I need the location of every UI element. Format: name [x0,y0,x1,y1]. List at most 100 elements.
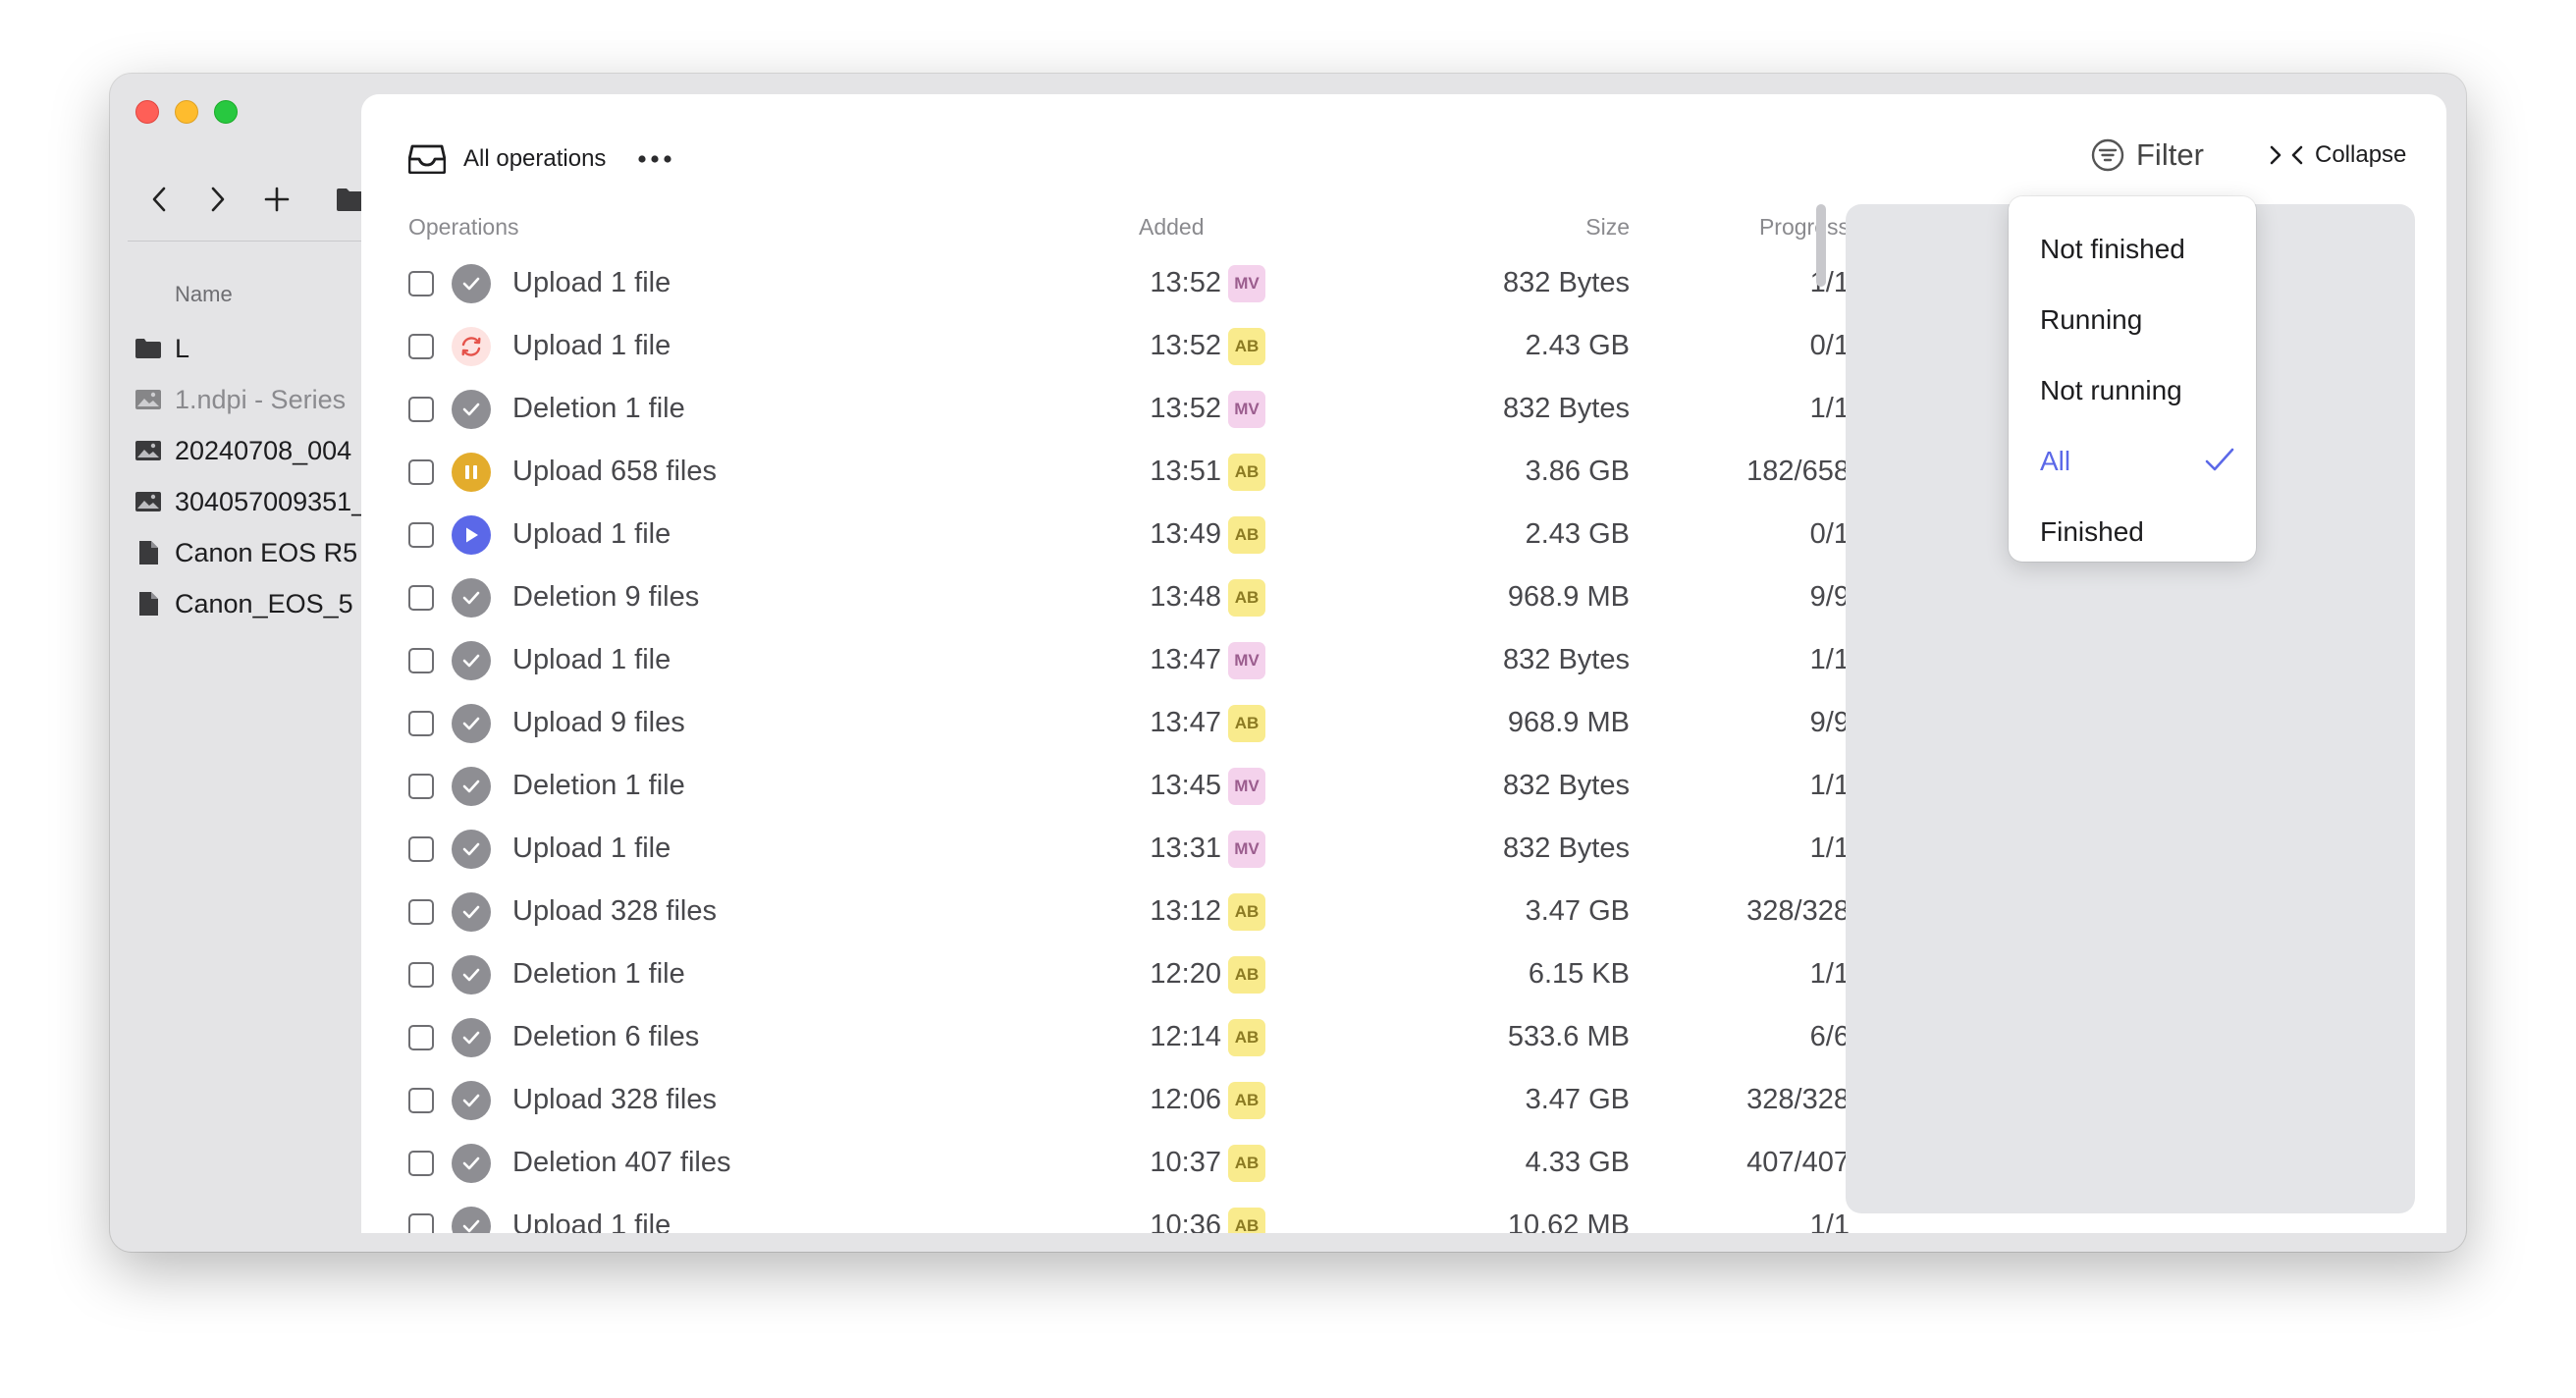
added-time: 13:51 [1150,456,1221,487]
operation-progress: 0/1 [1809,518,1850,550]
operation-progress: 328/328 [1746,895,1850,927]
sidebar-file-item[interactable]: Canon_EOS_5 [134,578,366,629]
operation-size: 968.9 MB [1507,707,1630,738]
checkmark-icon [462,842,480,856]
status-done-badge [452,264,491,303]
operation-name: Deletion 1 file [512,393,685,424]
added-time: 13:31 [1150,833,1221,864]
status-paused-badge [452,453,491,492]
user-avatar-badge: AB [1228,893,1265,931]
checkmark-icon [462,1094,480,1107]
operation-progress: 1/1 [1809,958,1850,990]
row-checkbox[interactable] [408,271,434,296]
added-time: 13:52 [1150,267,1221,298]
added-time: 13:47 [1150,707,1221,738]
close-window-button[interactable] [135,100,159,124]
collapse-button[interactable]: Collapse [2270,141,2406,169]
panel-header: All operations [408,141,674,177]
operation-progress: 1/1 [1809,770,1850,801]
list-scrollbar[interactable] [1816,204,1826,287]
status-done-badge [452,1144,491,1183]
operation-progress: 328/328 [1746,1084,1850,1115]
checkmark-icon [462,1031,480,1045]
filter-option-label: All [2040,446,2071,476]
user-avatar-badge: AB [1228,328,1265,365]
user-avatar-badge: AB [1228,454,1265,491]
added-time: 10:37 [1150,1147,1221,1178]
sidebar-file-item[interactable]: 20240708_004 [134,425,366,476]
chevron-right-icon [211,187,225,212]
operation-name: Upload 1 file [512,644,671,675]
status-done-badge [452,955,491,995]
filter-option[interactable]: Finished [2009,497,2256,567]
operation-progress: 1/1 [1809,267,1850,298]
image-icon [134,491,163,512]
row-checkbox[interactable] [408,648,434,673]
folder-icon [134,338,163,359]
row-checkbox[interactable] [408,962,434,988]
row-checkbox[interactable] [408,459,434,485]
filter-icon [2091,138,2124,172]
row-checkbox[interactable] [408,899,434,925]
status-done-badge [452,892,491,932]
minimize-window-button[interactable] [175,100,198,124]
column-size[interactable]: Size [1425,214,1630,241]
retry-icon [458,334,484,359]
status-done-badge [452,767,491,806]
row-checkbox[interactable] [408,334,434,359]
added-time: 13:45 [1150,770,1221,801]
filter-button[interactable]: Filter [2091,137,2204,173]
more-options-button[interactable] [635,141,674,177]
added-time: 13:47 [1150,644,1221,675]
row-checkbox[interactable] [408,711,434,736]
new-tab-button[interactable] [257,180,296,219]
operation-name: Deletion 9 files [512,581,700,613]
chevron-left-icon [152,187,166,212]
status-done-badge [452,578,491,618]
row-checkbox[interactable] [408,1025,434,1050]
sidebar-file-label: 1.ndpi - Series [175,384,347,414]
sidebar-file-item[interactable]: Canon EOS R5 [134,527,366,578]
operation-name: Upload 9 files [512,707,685,738]
sidebar-file-label: Canon_EOS_5 [175,588,353,618]
row-checkbox[interactable] [408,836,434,862]
sidebar-file-item[interactable]: L [134,323,366,374]
sidebar-file-item[interactable]: 304057009351_ [134,476,366,527]
row-checkbox[interactable] [408,397,434,422]
collapse-label: Collapse [2315,141,2407,168]
checkmark-icon [462,780,480,793]
row-checkbox[interactable] [408,585,434,611]
filter-option[interactable]: Not running [2009,355,2256,426]
filter-option[interactable]: Not finished [2009,214,2256,285]
document-icon [134,591,163,617]
row-checkbox[interactable] [408,1151,434,1176]
zoom-window-button[interactable] [214,100,238,124]
filter-option[interactable]: All [2009,426,2256,497]
row-checkbox[interactable] [408,774,434,799]
column-added[interactable]: Added [1139,214,1205,241]
row-checkbox[interactable] [408,1088,434,1113]
operation-size: 968.9 MB [1507,581,1630,613]
column-operations[interactable]: Operations [408,214,519,241]
forward-button[interactable] [198,180,238,219]
status-running-badge [452,515,491,555]
filter-option[interactable]: Running [2009,285,2256,355]
sidebar-file-label: 304057009351_ [175,486,367,516]
back-button[interactable] [139,180,179,219]
filter-option-label: Not running [2040,375,2182,405]
checkmark-icon [462,403,480,416]
pause-icon [464,464,478,480]
row-checkbox[interactable] [408,522,434,548]
added-time: 13:49 [1150,518,1221,550]
filter-menu: Not finished Running Not running All Finishe… [2009,196,2256,562]
row-checkbox[interactable] [408,1213,434,1233]
user-avatar-badge: AB [1228,1208,1265,1233]
play-icon [463,526,479,544]
operation-size: 2.43 GB [1525,330,1630,361]
status-done-badge [452,641,491,680]
name-column-header[interactable]: Name [175,282,233,307]
column-progress[interactable]: Progress [1716,214,1850,241]
sidebar-file-item[interactable]: 1.ndpi - Series [134,374,366,425]
operation-progress: 407/407 [1746,1147,1850,1178]
operation-progress: 0/1 [1809,330,1850,361]
